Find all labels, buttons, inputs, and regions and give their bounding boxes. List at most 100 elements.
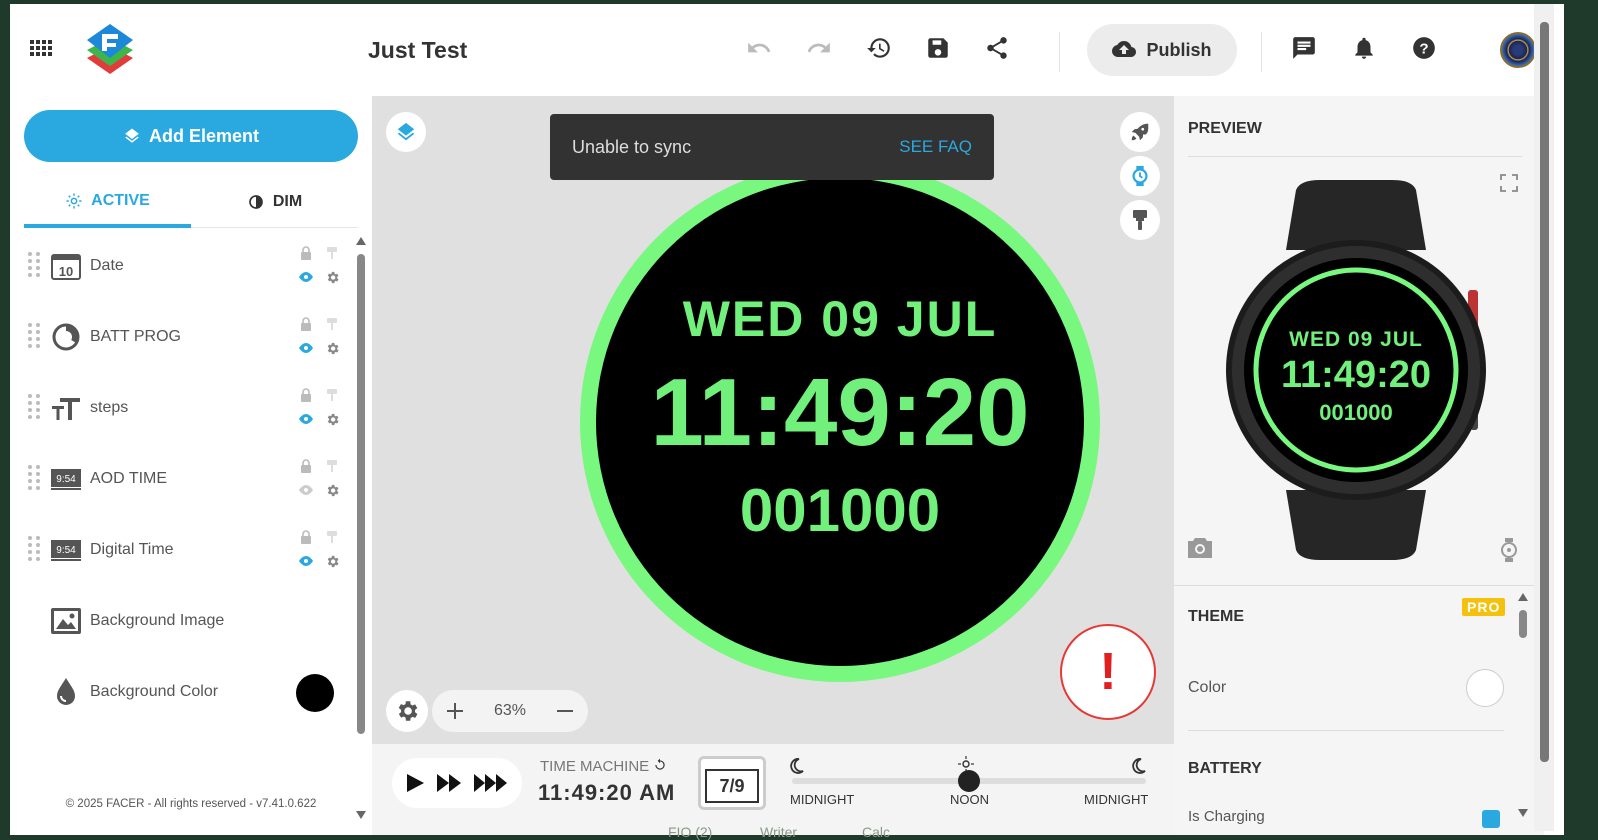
taskbar-item[interactable]: FIO (2) <box>668 824 712 840</box>
user-avatar[interactable] <box>1500 32 1536 68</box>
date-picker-button[interactable]: 7/9 <box>698 756 766 810</box>
layer-item-background-image[interactable]: Background Image <box>24 591 344 651</box>
lock-icon[interactable] <box>297 386 315 404</box>
preview-title: PREVIEW <box>1188 120 1262 137</box>
apps-grid-icon[interactable] <box>30 40 54 56</box>
preview-time: 11:49:20 <box>1280 354 1431 396</box>
svg-text:?: ? <box>1419 40 1428 57</box>
lock-icon[interactable] <box>297 315 315 333</box>
settings-gear-icon[interactable] <box>323 481 341 499</box>
paint-icon[interactable] <box>323 528 341 546</box>
facer-logo[interactable] <box>85 22 135 78</box>
properties-scrollbar[interactable] <box>1516 592 1530 832</box>
undo-icon[interactable] <box>745 34 773 62</box>
tab-active[interactable]: ACTIVE <box>24 178 191 228</box>
is-charging-label: Is Charging <box>1188 808 1265 825</box>
brush-button[interactable] <box>1120 200 1160 240</box>
history-icon[interactable] <box>865 34 893 62</box>
preview-date: WED 09 JUL <box>1289 328 1423 351</box>
rocket-icon <box>1131 123 1149 141</box>
zoom-out-icon[interactable] <box>554 700 576 722</box>
publish-button[interactable]: Publish <box>1087 24 1237 76</box>
background-color-swatch[interactable] <box>296 674 334 712</box>
project-title[interactable]: Just Test <box>368 37 467 64</box>
gear-icon <box>398 701 418 721</box>
add-element-label: Add Element <box>148 125 259 146</box>
page-scrollbar-thumb[interactable] <box>1540 22 1549 762</box>
drag-handle-icon[interactable] <box>28 536 40 564</box>
settings-gear-icon[interactable] <box>323 552 341 570</box>
scroll-up-arrow-icon[interactable] <box>355 236 367 246</box>
bell-icon[interactable] <box>1350 34 1378 62</box>
visibility-eye-off-icon[interactable] <box>297 481 315 499</box>
layer-controls <box>290 528 340 572</box>
play-icon[interactable] <box>404 771 426 795</box>
page-scrollbar[interactable] <box>1534 4 1554 831</box>
tab-dim[interactable]: DIM <box>191 178 358 226</box>
layer-item-date[interactable]: 10 Date <box>24 236 344 296</box>
layer-item-background-color[interactable]: Background Color <box>24 662 344 722</box>
fast-forward-icon[interactable] <box>435 771 463 795</box>
canvas-settings-button[interactable] <box>386 690 428 732</box>
add-element-button[interactable]: Add Element <box>24 110 358 162</box>
watch-face-icon[interactable] <box>1500 538 1518 562</box>
settings-gear-icon[interactable] <box>323 410 341 428</box>
time-slider-knob[interactable] <box>958 770 980 792</box>
drag-handle-icon[interactable] <box>28 465 40 493</box>
lock-icon[interactable] <box>297 244 315 262</box>
taskbar-item[interactable]: Writer <box>760 824 797 840</box>
camera-icon[interactable] <box>1186 536 1214 560</box>
lock-icon[interactable] <box>297 457 315 475</box>
design-canvas[interactable]: WED 09 JUL 11:49:20 001000 Unable to syn… <box>372 96 1174 744</box>
help-icon[interactable]: ? <box>1410 34 1438 62</box>
paint-icon[interactable] <box>323 457 341 475</box>
scrollbar-thumb[interactable] <box>357 254 365 734</box>
scroll-up-arrow-icon[interactable] <box>1517 592 1529 602</box>
layer-item-batt-prog[interactable]: BATT PROG <box>24 307 344 367</box>
time-of-day-slider[interactable] <box>792 770 1146 792</box>
settings-gear-icon[interactable] <box>323 339 341 357</box>
paint-icon[interactable] <box>323 386 341 404</box>
scroll-down-arrow-icon[interactable] <box>355 810 367 820</box>
visibility-eye-icon[interactable] <box>297 552 315 570</box>
face-steps-text[interactable]: 001000 <box>580 476 1100 545</box>
comment-icon[interactable] <box>1290 34 1318 62</box>
drag-handle-icon[interactable] <box>28 323 40 351</box>
time-machine-title: TIME MACHINE <box>540 758 650 775</box>
alert-button[interactable]: ! <box>1060 624 1156 720</box>
share-icon[interactable] <box>983 34 1011 62</box>
settings-gear-icon[interactable] <box>323 268 341 286</box>
watch-button[interactable] <box>1120 156 1160 196</box>
is-charging-checkbox[interactable] <box>1482 810 1500 828</box>
drag-handle-icon[interactable] <box>28 252 40 280</box>
drag-handle-icon[interactable] <box>28 394 40 422</box>
zoom-in-icon[interactable] <box>444 700 466 722</box>
see-faq-link[interactable]: SEE FAQ <box>899 137 972 157</box>
scroll-down-arrow-icon[interactable] <box>1517 808 1529 818</box>
layer-item-steps[interactable]: steps <box>24 378 344 438</box>
layer-label: Background Image <box>90 612 225 629</box>
date-icon: 10 <box>50 250 82 282</box>
reset-time-icon[interactable] <box>653 758 667 772</box>
paint-icon[interactable] <box>323 244 341 262</box>
scrollbar-thumb[interactable] <box>1519 610 1527 638</box>
save-icon[interactable] <box>924 34 952 62</box>
layer-item-digital-time[interactable]: 9:54 Digital Time <box>24 520 344 580</box>
lock-icon[interactable] <box>297 528 315 546</box>
face-time-text[interactable]: 11:49:20 <box>580 358 1100 468</box>
theme-color-picker[interactable] <box>1466 669 1504 707</box>
paint-icon[interactable] <box>323 315 341 333</box>
rocket-button[interactable] <box>1120 112 1160 152</box>
layer-list-scrollbar[interactable] <box>354 236 366 820</box>
visibility-eye-icon[interactable] <box>297 410 315 428</box>
fullscreen-icon[interactable] <box>1500 174 1518 192</box>
faster-forward-icon[interactable] <box>472 771 510 795</box>
visibility-eye-icon[interactable] <box>297 268 315 286</box>
taskbar-item[interactable]: Calc <box>862 824 890 840</box>
face-date-text[interactable]: WED 09 JUL <box>580 290 1100 348</box>
layer-item-aod-time[interactable]: 9:54 AOD TIME <box>24 449 344 509</box>
watch-face-preview[interactable]: WED 09 JUL 11:49:20 001000 <box>580 162 1100 682</box>
visibility-eye-icon[interactable] <box>297 339 315 357</box>
layers-toggle-button[interactable] <box>386 112 426 152</box>
redo-icon[interactable] <box>805 34 833 62</box>
